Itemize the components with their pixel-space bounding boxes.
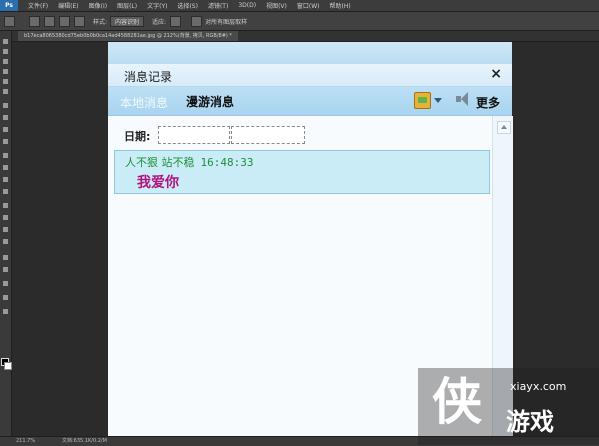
chat-window-titlebar: 消息记录 × [108,64,512,87]
sample-all-label: 对所有图层取样 [205,18,248,26]
background-color-swatch[interactable] [4,362,12,370]
window-top-strip [108,42,512,64]
tool-preset-icon[interactable] [4,15,15,27]
menu-file[interactable]: 文件(F) [28,1,48,10]
rotate-view-icon[interactable] [3,295,8,300]
date-label: 日期: [124,130,151,143]
marquee-tool-icon[interactable] [3,49,8,54]
menu-help[interactable]: 帮助(H) [330,1,351,10]
speaker-icon[interactable] [456,91,472,107]
path-select-tool-icon[interactable] [3,227,8,232]
adapt-label: 适应: [152,18,167,26]
intersect-selection-icon[interactable] [74,15,85,27]
start-date-field[interactable] [158,126,230,144]
style-select[interactable]: 内容识别 [110,15,145,27]
move-tool-icon[interactable] [3,39,8,44]
menu-bar: Ps 文件(F) 编辑(E) 图像(I) 图层(L) 文字(Y) 选择(S) 滤… [0,0,599,12]
close-icon[interactable]: × [490,66,502,82]
watermark-url: xiayx.com [510,380,567,393]
options-bar: 样式: 内容识别 适应: 对所有图层取样 [0,12,599,31]
hand-tool-icon[interactable] [3,255,8,260]
tab-local-messages[interactable]: 本地消息 [120,94,168,111]
menu-layer[interactable]: 图层(L) [117,1,137,10]
message-text: 我爱你 [137,175,179,191]
watermark-logo: 侠 [432,373,482,431]
lasso-tool-icon[interactable] [3,59,8,64]
new-selection-icon[interactable] [29,15,40,27]
scroll-up-icon[interactable] [497,121,511,134]
message-header: 人不狠 站不稳 16:48:33 [125,154,253,170]
brush-tool-icon[interactable] [3,115,8,120]
chevron-down-icon[interactable] [434,98,442,103]
tools-panel [0,31,12,436]
menu-3d[interactable]: 3D(D) [238,2,256,9]
end-date-field[interactable] [231,126,305,144]
message-item[interactable]: 人不狠 站不稳 16:48:33 我爱你 [114,150,490,194]
message-sender: 人不狠 站不稳 [125,156,195,169]
menu-select[interactable]: 选择(S) [177,1,198,10]
message-time: 16:48:33 [200,156,254,169]
subtract-selection-icon[interactable] [59,15,70,27]
healing-brush-tool-icon[interactable] [3,103,8,108]
export-messages-icon[interactable] [414,92,431,109]
eraser-tool-icon[interactable] [3,153,8,158]
settings-gear-icon[interactable] [170,15,182,27]
add-selection-icon[interactable] [44,15,55,27]
style-label: 样式: [93,18,108,26]
document-tab-bar: b17eca8065380cd75eb0b0b0ca14ad4588281ae.… [12,31,599,42]
crop-tool-icon[interactable] [3,79,8,84]
dodge-tool-icon[interactable] [3,189,8,194]
quick-select-tool-icon[interactable] [3,69,8,74]
photoshop-logo-icon[interactable]: Ps [0,0,18,11]
menu-window[interactable]: 窗口(W) [297,1,320,10]
clone-stamp-tool-icon[interactable] [3,127,8,132]
menu-edit[interactable]: 编辑(E) [58,1,78,10]
history-brush-tool-icon[interactable] [3,139,8,144]
type-tool-icon[interactable] [3,215,8,220]
shape-tool-icon[interactable] [3,239,8,244]
chat-window-title: 消息记录 [124,70,173,84]
zoom-tool-icon[interactable] [3,267,8,272]
menu-type[interactable]: 文字(Y) [147,1,167,10]
sample-all-checkbox[interactable] [191,15,203,27]
blur-tool-icon[interactable] [3,177,8,182]
more-tools-icon[interactable] [3,281,8,286]
3d-tool-icon[interactable] [3,309,8,314]
menu-view[interactable]: 视图(V) [266,1,287,10]
watermark-brand: 游戏 [506,408,554,436]
gradient-tool-icon[interactable] [3,165,8,170]
pen-tool-icon[interactable] [3,203,8,208]
site-watermark: 侠 xiayx.com 游戏 [418,368,599,445]
tab-roaming-messages[interactable]: 漫游消息 [186,93,234,110]
eyedropper-tool-icon[interactable] [3,89,8,94]
menu-image[interactable]: 图像(I) [89,1,107,10]
menu-filter[interactable]: 滤镜(T) [208,1,228,10]
document-tab[interactable]: b17eca8065380cd75eb0b0b0ca14ad4588281ae.… [18,31,238,41]
more-button[interactable]: 更多 [476,94,500,111]
message-tabs-row: 本地消息 漫游消息 更多 [108,87,512,116]
